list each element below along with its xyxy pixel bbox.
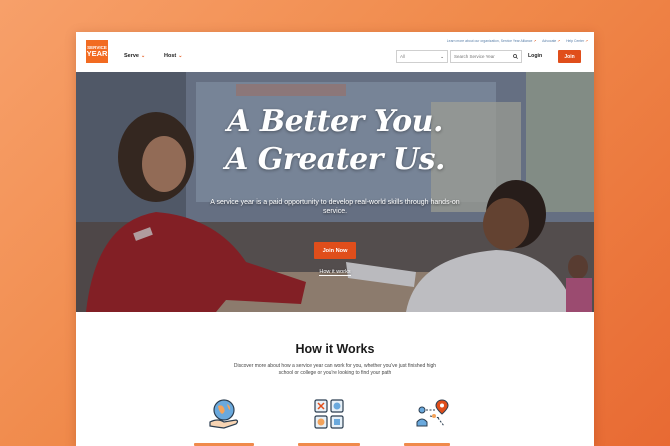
utility-links: Learn more about our organization, Servi… bbox=[447, 39, 588, 43]
hero-subtext: A service year is a paid opportunity to … bbox=[210, 199, 460, 215]
utility-link-advocate[interactable]: Advocate ↗ bbox=[542, 39, 560, 43]
globe-hand-icon bbox=[209, 399, 239, 429]
join-button[interactable]: Join bbox=[558, 50, 581, 63]
nav-serve[interactable]: Serve ⌄ bbox=[124, 53, 145, 59]
join-now-button[interactable]: Join Now bbox=[314, 242, 356, 259]
how-it-works-description: Discover more about how a service year c… bbox=[233, 363, 437, 376]
utility-link-help[interactable]: Help Center ↗ bbox=[566, 39, 588, 43]
external-link-icon: ↗ bbox=[557, 39, 561, 43]
nav-serve-label: Serve bbox=[124, 53, 139, 59]
hero-headline-line2: A Greater Us. bbox=[225, 142, 445, 177]
how-it-works-link-label: How it works bbox=[319, 269, 351, 276]
hero-section: A Better You. A Greater Us. A service ye… bbox=[76, 72, 594, 312]
category-select-value: All bbox=[400, 54, 406, 59]
chevron-down-icon: ⌄ bbox=[178, 53, 183, 59]
website-frame: SERVICE YEAR Serve ⌄ Host ⌄ Learn more a… bbox=[76, 32, 594, 446]
utility-link-organization[interactable]: Learn more about our organization, Servi… bbox=[447, 39, 536, 43]
logo-text-bottom: YEAR bbox=[86, 49, 108, 58]
how-it-works-title: How it Works bbox=[295, 342, 375, 356]
grid-tiles-icon bbox=[314, 399, 344, 429]
login-link[interactable]: Login bbox=[528, 53, 542, 59]
search-icon[interactable] bbox=[513, 53, 518, 60]
external-link-icon: ↗ bbox=[585, 39, 588, 43]
category-select[interactable]: All ⌄ bbox=[396, 50, 448, 63]
service-year-logo[interactable]: SERVICE YEAR bbox=[86, 40, 108, 63]
chevron-down-icon: ⌄ bbox=[141, 53, 146, 59]
utility-link-advocate-label: Advocate bbox=[542, 39, 557, 43]
utility-link-organization-label: Learn more about our organization, Servi… bbox=[446, 39, 533, 43]
map-route-icon bbox=[416, 399, 449, 427]
external-link-icon: ↗ bbox=[533, 39, 537, 43]
how-it-works-link[interactable]: How it works bbox=[76, 269, 594, 276]
nav-host-label: Host bbox=[164, 53, 177, 59]
utility-link-help-label: Help Center bbox=[566, 39, 585, 43]
nav-host[interactable]: Host ⌄ bbox=[164, 53, 182, 59]
hero-headline-line1: A Better You. bbox=[227, 104, 443, 139]
chevron-down-icon: ⌄ bbox=[440, 53, 444, 59]
search-input[interactable] bbox=[454, 54, 508, 59]
search-box bbox=[450, 50, 522, 63]
site-header: SERVICE YEAR Serve ⌄ Host ⌄ Learn more a… bbox=[76, 32, 594, 72]
